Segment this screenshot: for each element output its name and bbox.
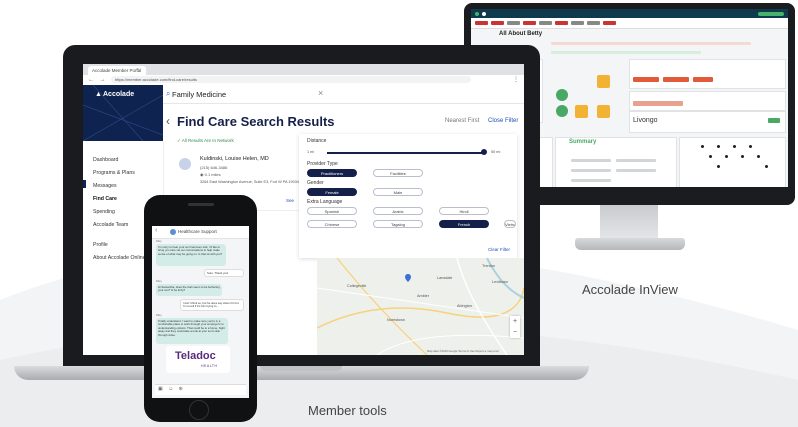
chip-vietnamese[interactable]: Vietnamese (504, 220, 516, 228)
provider-address: 3264 East Washington Avenue, Suite E3, F… (200, 180, 299, 184)
sort-dropdown[interactable]: Nearest First (445, 118, 479, 124)
message-sender: Riley (156, 314, 162, 317)
chat-message: I don't think so, but he does say when i… (180, 299, 244, 311)
sidebar-item-dashboard[interactable]: Dashboard (93, 157, 118, 163)
provider-name[interactable]: Kuldinski, Louise Helen, MD (200, 156, 269, 162)
url-field[interactable]: https://member.accolade.com/find-care/re… (111, 76, 471, 83)
chip-tagalog[interactable]: Tagalog (373, 220, 423, 228)
sidebar-item-about[interactable]: About Accolade Online (93, 255, 146, 261)
distance-slider-thumb[interactable] (481, 149, 487, 155)
laptop-notch (260, 366, 342, 371)
search-input[interactable]: Family Medicine (172, 90, 226, 99)
chip-practitioners[interactable]: Practitioners (307, 169, 357, 177)
map-zoom-control[interactable]: + − (510, 316, 520, 338)
chip-chinese[interactable]: Chinese (307, 220, 357, 228)
chip-male[interactable]: Male (373, 188, 423, 196)
gender-label: Gender (307, 180, 324, 186)
chat-input-bar[interactable]: ▣ ☺ ⊕ (155, 384, 246, 395)
sidebar-item-find-care[interactable]: Find Care (93, 196, 117, 202)
accolade-logo-icon: ▲ (95, 91, 102, 98)
sidebar-item-programs-plans[interactable]: Programs & Plans (93, 170, 135, 176)
results-map[interactable]: Trenton Lansdale Abington Ambler Levitto… (317, 258, 524, 355)
chip-arabic[interactable]: Arabic (373, 207, 423, 215)
inview-patient-title: All About Betty (499, 31, 543, 37)
teladoc-card[interactable]: Teladoc HEALTH (166, 346, 230, 373)
accolade-logo[interactable]: Accolade (103, 91, 134, 98)
inview-notes-card (629, 59, 786, 89)
map-label: Abington (457, 304, 472, 308)
map-label: Norristown (387, 318, 406, 322)
accolade-logo-block: ▲ Accolade (83, 85, 163, 141)
teladoc-logo-sub: HEALTH (201, 364, 218, 368)
monitor-stand-base (575, 238, 685, 250)
sidebar-item-messages[interactable]: Messages (93, 183, 117, 189)
map-label: Lansdale (437, 276, 453, 280)
map-footer: Map data ©2019 Google Terms of Use Repor… (427, 349, 500, 353)
livongo-logo: Livongo (633, 117, 658, 124)
in-network-note: ✓ All Results Are In Network (177, 138, 234, 143)
map-label: Ambler (417, 294, 430, 298)
clear-search-icon[interactable]: × (318, 88, 323, 98)
browser-tab[interactable]: Accolade Member Portal × (88, 66, 146, 75)
chip-spanish[interactable]: Spanish (307, 207, 357, 215)
inview-top-bar (471, 9, 788, 18)
inview-summary-heading: Summary (569, 139, 597, 145)
provider-distance: ◉ 0.1 miles (200, 172, 221, 177)
chip-facilities[interactable]: Facilities (373, 169, 423, 177)
chat-message: I'm sorry to hear your son has been sick… (156, 244, 226, 266)
see-more-link[interactable]: See (286, 198, 294, 203)
map-label: Trenton (482, 264, 495, 268)
caption-inview: Accolade InView (582, 282, 678, 297)
caption-member-tools: Member tools (308, 403, 387, 418)
distance-label: Distance (307, 138, 327, 144)
phone-speaker (188, 203, 214, 206)
phone-home-button[interactable] (189, 400, 209, 420)
support-avatar-icon (170, 229, 176, 235)
browser-menu-icon[interactable]: ⋮ (513, 75, 519, 85)
zoom-out-icon[interactable]: − (510, 327, 520, 338)
provider-type-label: Provider Type (307, 161, 338, 167)
chat-input-icons[interactable]: ▣ ☺ ⊕ (158, 386, 185, 392)
extra-language-label: Extra Language (307, 199, 343, 205)
map-pin-icon[interactable] (405, 274, 411, 282)
browser-tab-title: Accolade Member Portal (92, 68, 142, 73)
search-icon: ⌕ (166, 89, 171, 98)
page-title: Find Care Search Results (177, 114, 335, 129)
filter-panel: Distance 1 mi 50 mi Provider Type Practi… (299, 134, 517, 258)
chat-header: ‹ Healthcare Support (152, 226, 249, 239)
sidebar-active-indicator (83, 180, 86, 188)
provider-phone: (215) 646-3486 (200, 165, 228, 170)
map-roads (317, 258, 524, 355)
message-sender: Riley (156, 240, 162, 243)
distance-min-label: 1 mi (307, 150, 315, 154)
zoom-in-icon[interactable]: + (510, 316, 520, 327)
chat-message: Sure. Thank you! (204, 269, 244, 277)
map-label: Collegeville (347, 284, 367, 288)
chat-message: Hi Samantha, does the rash seem to be bo… (156, 284, 222, 296)
sidebar-item-spending[interactable]: Spending (93, 209, 115, 215)
phone-screen: ‹ Healthcare Support Riley I'm sorry to … (152, 226, 249, 398)
chip-female[interactable]: Female (307, 188, 357, 196)
chat-title: Healthcare Support (178, 229, 217, 234)
provider-avatar (179, 158, 191, 170)
sidebar-item-profile[interactable]: Profile (93, 242, 108, 248)
distance-slider-track[interactable] (327, 152, 482, 154)
monitor-stand (600, 205, 658, 241)
inview-tab-row (471, 18, 788, 29)
map-label: Levittown (492, 280, 509, 284)
back-chevron-icon[interactable]: ‹ (166, 114, 170, 128)
sidebar-item-accolade-team[interactable]: Accolade Team (93, 222, 128, 228)
teladoc-logo: Teladoc (175, 350, 216, 362)
chip-french[interactable]: French (439, 220, 489, 228)
clear-filter-link[interactable]: Clear Filter (488, 247, 510, 252)
chip-hindi[interactable]: Hindi (439, 207, 489, 215)
distance-max-label: 50 mi (491, 150, 501, 154)
message-sender: Riley (156, 280, 162, 283)
close-tab-icon[interactable]: × (136, 66, 139, 75)
chat-message: Totally understand. I want to make sure … (156, 318, 228, 344)
back-icon[interactable]: ‹ (155, 227, 157, 234)
close-filter-link[interactable]: Close Filter (488, 118, 518, 124)
browser-tab-bar: Accolade Member Portal × (83, 64, 524, 75)
